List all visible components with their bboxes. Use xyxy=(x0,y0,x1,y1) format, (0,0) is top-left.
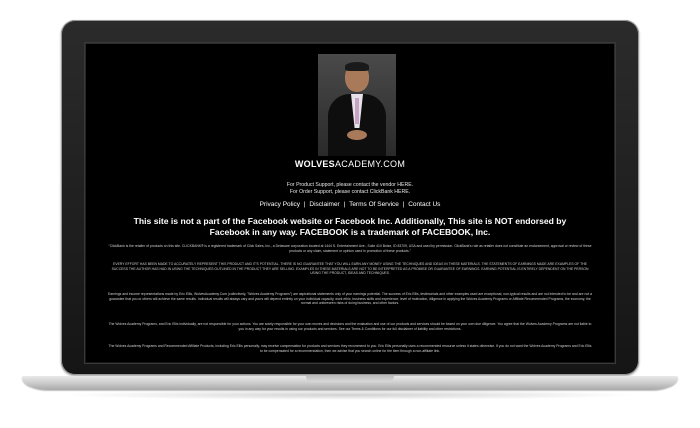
contact-us-link[interactable]: Contact Us xyxy=(407,201,441,208)
disclaimer-link[interactable]: Disclaimer xyxy=(308,201,340,208)
brand-bold: WOLVES xyxy=(294,159,335,169)
link-separator: | xyxy=(303,201,306,208)
footer-links: Privacy Policy | Disclaimer | Terms Of S… xyxy=(86,201,614,208)
order-support-text[interactable]: For Order Support, please contact ClickB… xyxy=(86,189,614,196)
link-separator: | xyxy=(343,201,346,208)
photo-hair xyxy=(345,62,369,71)
laptop-notch xyxy=(306,376,394,382)
affiliate-disclaimer: The Wolves Academy Programs and Recommen… xyxy=(108,344,592,353)
link-separator: | xyxy=(402,201,405,208)
support-block: For Product Support, please contact the … xyxy=(86,182,614,196)
privacy-policy-link[interactable]: Privacy Policy xyxy=(259,201,301,208)
laptop-shadow xyxy=(60,390,640,400)
photo-tie xyxy=(355,98,359,124)
photo-hands xyxy=(347,130,367,140)
brand-rest: ACADEMY.COM xyxy=(334,159,406,169)
profile-photo xyxy=(318,54,396,156)
terms-of-service-link[interactable]: Terms Of Service xyxy=(348,201,400,208)
earnings-effort-disclaimer: EVERY EFFORT HAS BEEN MADE TO ACCURATELY… xyxy=(111,262,589,276)
responsibility-disclaimer: The Wolves Academy Programs, and Eric El… xyxy=(108,322,592,331)
facebook-disclaimer-headline: This site is not a part of the Facebook … xyxy=(133,216,567,237)
brand-logo[interactable]: WOLVESACADEMY.COM xyxy=(86,159,614,169)
laptop-screen: WOLVESACADEMY.COM For Product Support, p… xyxy=(86,44,614,362)
clickbank-disclaimer: "ClickBank is the retailer of products o… xyxy=(108,244,592,253)
product-support-text[interactable]: For Product Support, please contact the … xyxy=(86,182,614,189)
earnings-representation-disclaimer: Earnings and income representations made… xyxy=(108,292,592,306)
